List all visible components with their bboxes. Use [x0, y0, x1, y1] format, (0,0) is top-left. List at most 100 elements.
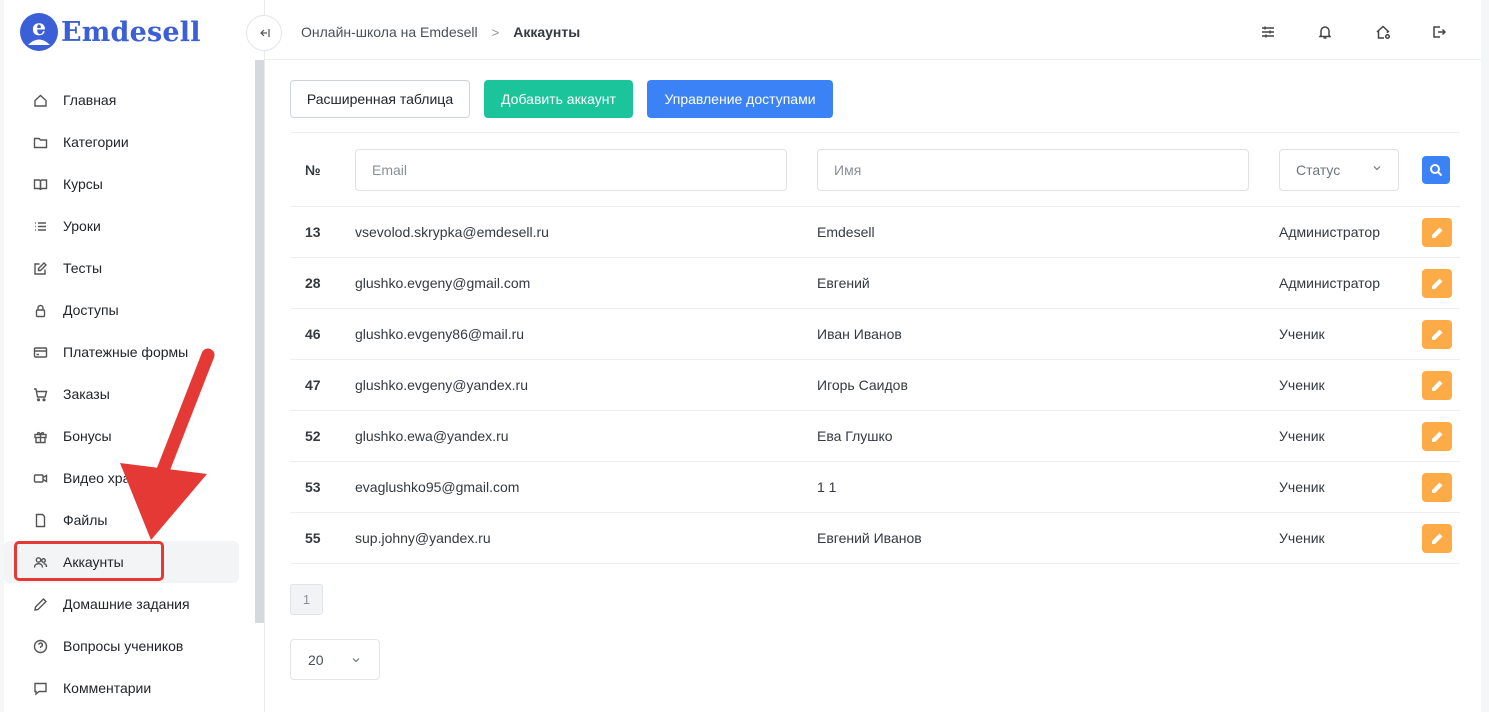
- filter-row: № Статус: [290, 132, 1460, 207]
- edit-account-button[interactable]: [1422, 422, 1452, 451]
- account-email: glushko.evgeny86@mail.ru: [355, 326, 525, 342]
- pencil-icon: [1432, 431, 1443, 442]
- search-button[interactable]: [1422, 156, 1450, 184]
- sidebar-item-label: Главная: [63, 92, 117, 108]
- credit-card-icon: [32, 344, 48, 360]
- edit-account-button[interactable]: [1422, 218, 1452, 247]
- account-role: Администратор: [1279, 224, 1381, 240]
- sidebar-scrollbar[interactable]: [255, 60, 264, 623]
- gift-icon: [32, 428, 48, 444]
- pencil-icon: [1432, 278, 1443, 289]
- pencil-icon: [1432, 227, 1443, 238]
- pencil-icon: [1432, 380, 1443, 391]
- extended-table-button[interactable]: Расширенная таблица: [290, 80, 470, 118]
- add-account-button[interactable]: Добавить аккаунт: [484, 80, 633, 118]
- sidebar-item-label: Заказы: [63, 386, 110, 402]
- email-filter-input[interactable]: [355, 149, 787, 191]
- sidebar-item-help-circle[interactable]: Вопросы учеников: [4, 625, 239, 667]
- edit-account-button[interactable]: [1422, 371, 1452, 400]
- account-id: 55: [305, 530, 321, 546]
- home-settings-icon[interactable]: [1374, 23, 1392, 41]
- breadcrumb-current: Аккаунты: [513, 24, 581, 40]
- account-role: Администратор: [1279, 275, 1381, 291]
- account-name: 1 1: [817, 479, 837, 495]
- manage-access-button[interactable]: Управление доступами: [647, 80, 833, 118]
- sidebar-item-cart[interactable]: Заказы: [4, 373, 239, 415]
- collapse-sidebar-button[interactable]: [246, 15, 282, 51]
- status-filter-select[interactable]: Статус: [1279, 149, 1399, 191]
- sidebar-item-label: Категории: [63, 134, 129, 150]
- topbar: Онлайн-школа на Emdesell > Аккаунты: [246, 0, 1481, 60]
- sidebar-item-lock[interactable]: Доступы: [4, 289, 239, 331]
- help-circle-icon: [32, 638, 48, 654]
- users-icon: [32, 554, 48, 570]
- breadcrumb-parent[interactable]: Онлайн-школа на Emdesell: [301, 24, 478, 40]
- account-id: 53: [305, 479, 321, 495]
- sidebar-item-file[interactable]: Файлы: [4, 499, 239, 541]
- logo[interactable]: e Emdesell: [19, 12, 201, 52]
- account-email: glushko.evgeny@yandex.ru: [355, 377, 528, 393]
- edit-account-button[interactable]: [1422, 320, 1452, 349]
- chevron-down-icon: [352, 658, 360, 663]
- edit-account-button[interactable]: [1422, 524, 1452, 553]
- sidebar-item-label: Доступы: [63, 302, 119, 318]
- sliders-icon[interactable]: [1259, 23, 1277, 41]
- account-email: glushko.evgeny@gmail.com: [355, 275, 531, 291]
- sidebar-item-book[interactable]: Курсы: [4, 163, 239, 205]
- account-role: Ученик: [1279, 377, 1325, 393]
- per-page-value: 20: [308, 651, 324, 668]
- page-button[interactable]: 1: [290, 584, 323, 615]
- svg-text:e: e: [32, 15, 46, 41]
- sidebar-item-users[interactable]: Аккаунты: [4, 541, 239, 583]
- sidebar-item-message[interactable]: Комментарии: [4, 667, 239, 709]
- sidebar-item-folder[interactable]: Категории: [4, 121, 239, 163]
- sidebar-item-edit-square[interactable]: Тесты: [4, 247, 239, 289]
- table-row: 53 evaglushko95@gmail.com 1 1 Ученик: [290, 462, 1460, 513]
- chevron-down-icon: [1373, 166, 1381, 171]
- table-row: 28 glushko.evgeny@gmail.com Евгений Админис…: [290, 258, 1460, 309]
- logout-icon[interactable]: [1430, 23, 1448, 41]
- account-id: 52: [305, 428, 321, 444]
- account-email: evaglushko95@gmail.com: [355, 479, 520, 495]
- sidebar-item-label: Аккаунты: [63, 554, 124, 570]
- account-name: Евгений: [817, 275, 870, 291]
- sidebar-item-video[interactable]: Видео хранилище: [4, 457, 239, 499]
- account-name: Emdesell: [817, 224, 875, 240]
- account-role: Ученик: [1279, 530, 1325, 546]
- bell-icon[interactable]: [1316, 23, 1334, 41]
- brand-name: Emdesell: [61, 16, 201, 48]
- table-row: 47 glushko.evgeny@yandex.ru Игорь Саидов Уч…: [290, 360, 1460, 411]
- account-email: glushko.ewa@yandex.ru: [355, 428, 509, 444]
- home-icon: [32, 92, 48, 108]
- account-id: 46: [305, 326, 321, 342]
- sidebar-item-label: Видео хранилище: [63, 470, 182, 486]
- status-filter-label: Статус: [1296, 162, 1341, 178]
- sidebar-item-label: Комментарии: [63, 680, 152, 696]
- breadcrumb: Онлайн-школа на Emdesell > Аккаунты: [301, 24, 580, 40]
- sidebar-item-label: Тесты: [63, 260, 103, 276]
- name-filter-input[interactable]: [817, 149, 1249, 191]
- account-name: Ева Глушко: [817, 428, 893, 444]
- window-edge-right: [1481, 0, 1489, 712]
- edit-account-button[interactable]: [1422, 269, 1452, 298]
- sidebar: e Emdesell Главная Категории Курсы Уроки Тес…: [4, 0, 265, 712]
- sidebar-item-label: Уроки: [63, 218, 101, 234]
- account-id: 28: [305, 275, 321, 291]
- account-role: Ученик: [1279, 479, 1325, 495]
- table-row: 13 vsevolod.skrypka@emdesell.ru Emdesell Ад…: [290, 207, 1460, 258]
- sidebar-item-gift[interactable]: Бонусы: [4, 415, 239, 457]
- sidebar-item-list[interactable]: Уроки: [4, 205, 239, 247]
- pencil-icon: [1432, 329, 1443, 340]
- pencil-icon: [1432, 533, 1443, 544]
- sidebar-item-home[interactable]: Главная: [4, 79, 239, 121]
- pencil-icon: [32, 596, 48, 612]
- account-role: Ученик: [1279, 428, 1325, 444]
- account-name: Иван Иванов: [817, 326, 902, 342]
- message-icon: [32, 680, 48, 696]
- per-page-select[interactable]: 20: [290, 639, 380, 680]
- sidebar-item-pencil[interactable]: Домашние задания: [4, 583, 239, 625]
- collapse-left-icon: [260, 29, 270, 37]
- sidebar-item-credit-card[interactable]: Платежные формы: [4, 331, 239, 373]
- edit-account-button[interactable]: [1422, 473, 1452, 502]
- accounts-table: № Статус 13 vsevolod.skrypka@emdesell.ru E…: [290, 132, 1460, 564]
